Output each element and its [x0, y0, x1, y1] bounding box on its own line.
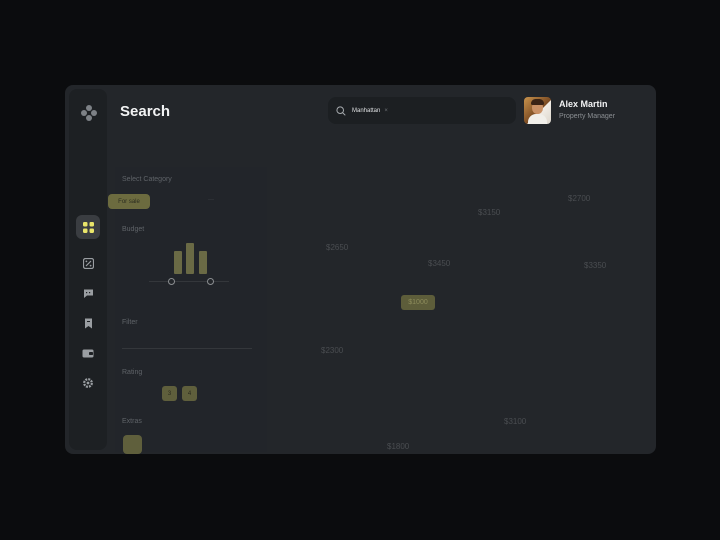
- map-price-pin[interactable]: $3450: [428, 259, 450, 268]
- sidebar-item-saved[interactable]: [76, 311, 100, 335]
- user-name: Alex Martin: [559, 99, 608, 109]
- map-area[interactable]: [265, 167, 656, 454]
- budget-label: Budget: [122, 226, 145, 233]
- filter-divider: [122, 348, 252, 349]
- page-title: Search: [120, 103, 171, 120]
- search-icon: [336, 105, 346, 116]
- sidebar-item-messages[interactable]: [76, 281, 100, 305]
- extras-label: Extras: [122, 418, 142, 425]
- bookmark-icon: [84, 318, 92, 328]
- map-price-pin[interactable]: $1800: [387, 442, 409, 451]
- map-price-pin[interactable]: $3100: [504, 417, 526, 426]
- avatar[interactable]: [524, 97, 551, 124]
- filter-panel: [115, 167, 267, 452]
- map-price-pin[interactable]: $2650: [326, 243, 348, 252]
- search-input[interactable]: Manhattan ×: [328, 97, 516, 124]
- map-price-pin[interactable]: $3150: [478, 208, 500, 217]
- rating-option-3[interactable]: 3: [162, 386, 177, 401]
- extras-option-icon[interactable]: [123, 435, 142, 454]
- budget-histogram-bar: [199, 251, 207, 274]
- chat-icon: [83, 289, 93, 298]
- budget-histogram-bar: [186, 243, 194, 274]
- category-label: Select Category: [122, 176, 172, 183]
- logo-icon: [81, 105, 97, 121]
- sidebar: [69, 89, 107, 450]
- map-price-pin[interactable]: $2300: [321, 346, 343, 355]
- map-price-pin[interactable]: $2700: [568, 194, 590, 203]
- budget-histogram-bar: [174, 251, 182, 274]
- app-window: Search Manhattan × Alex Martin Property …: [65, 85, 656, 454]
- rating-label: Rating: [122, 369, 143, 376]
- sidebar-item-deals[interactable]: [76, 251, 100, 275]
- user-role: Property Manager: [559, 113, 616, 120]
- wallet-icon: [82, 349, 94, 357]
- sidebar-item-wallet[interactable]: [76, 341, 100, 365]
- budget-max-handle[interactable]: [207, 278, 214, 285]
- percent-icon: [82, 257, 94, 269]
- search-chip-label: Manhattan: [352, 107, 381, 114]
- category-option-sale[interactable]: For sale: [108, 194, 150, 209]
- clear-chip-icon[interactable]: ×: [384, 108, 388, 114]
- gear-icon: [83, 378, 93, 388]
- rating-option-4[interactable]: 4: [182, 386, 197, 401]
- sidebar-item-dashboard[interactable]: [76, 215, 100, 239]
- budget-min-handle[interactable]: [168, 278, 175, 285]
- sidebar-item-settings[interactable]: [76, 371, 100, 395]
- category-option-other[interactable]: —: [208, 197, 214, 203]
- filter-label: Filter: [122, 319, 138, 326]
- map-price-pin[interactable]: $3350: [584, 261, 606, 270]
- budget-range-track: [149, 281, 229, 282]
- map-price-pin-selected[interactable]: $1000: [401, 295, 435, 310]
- grid-icon: [82, 221, 94, 233]
